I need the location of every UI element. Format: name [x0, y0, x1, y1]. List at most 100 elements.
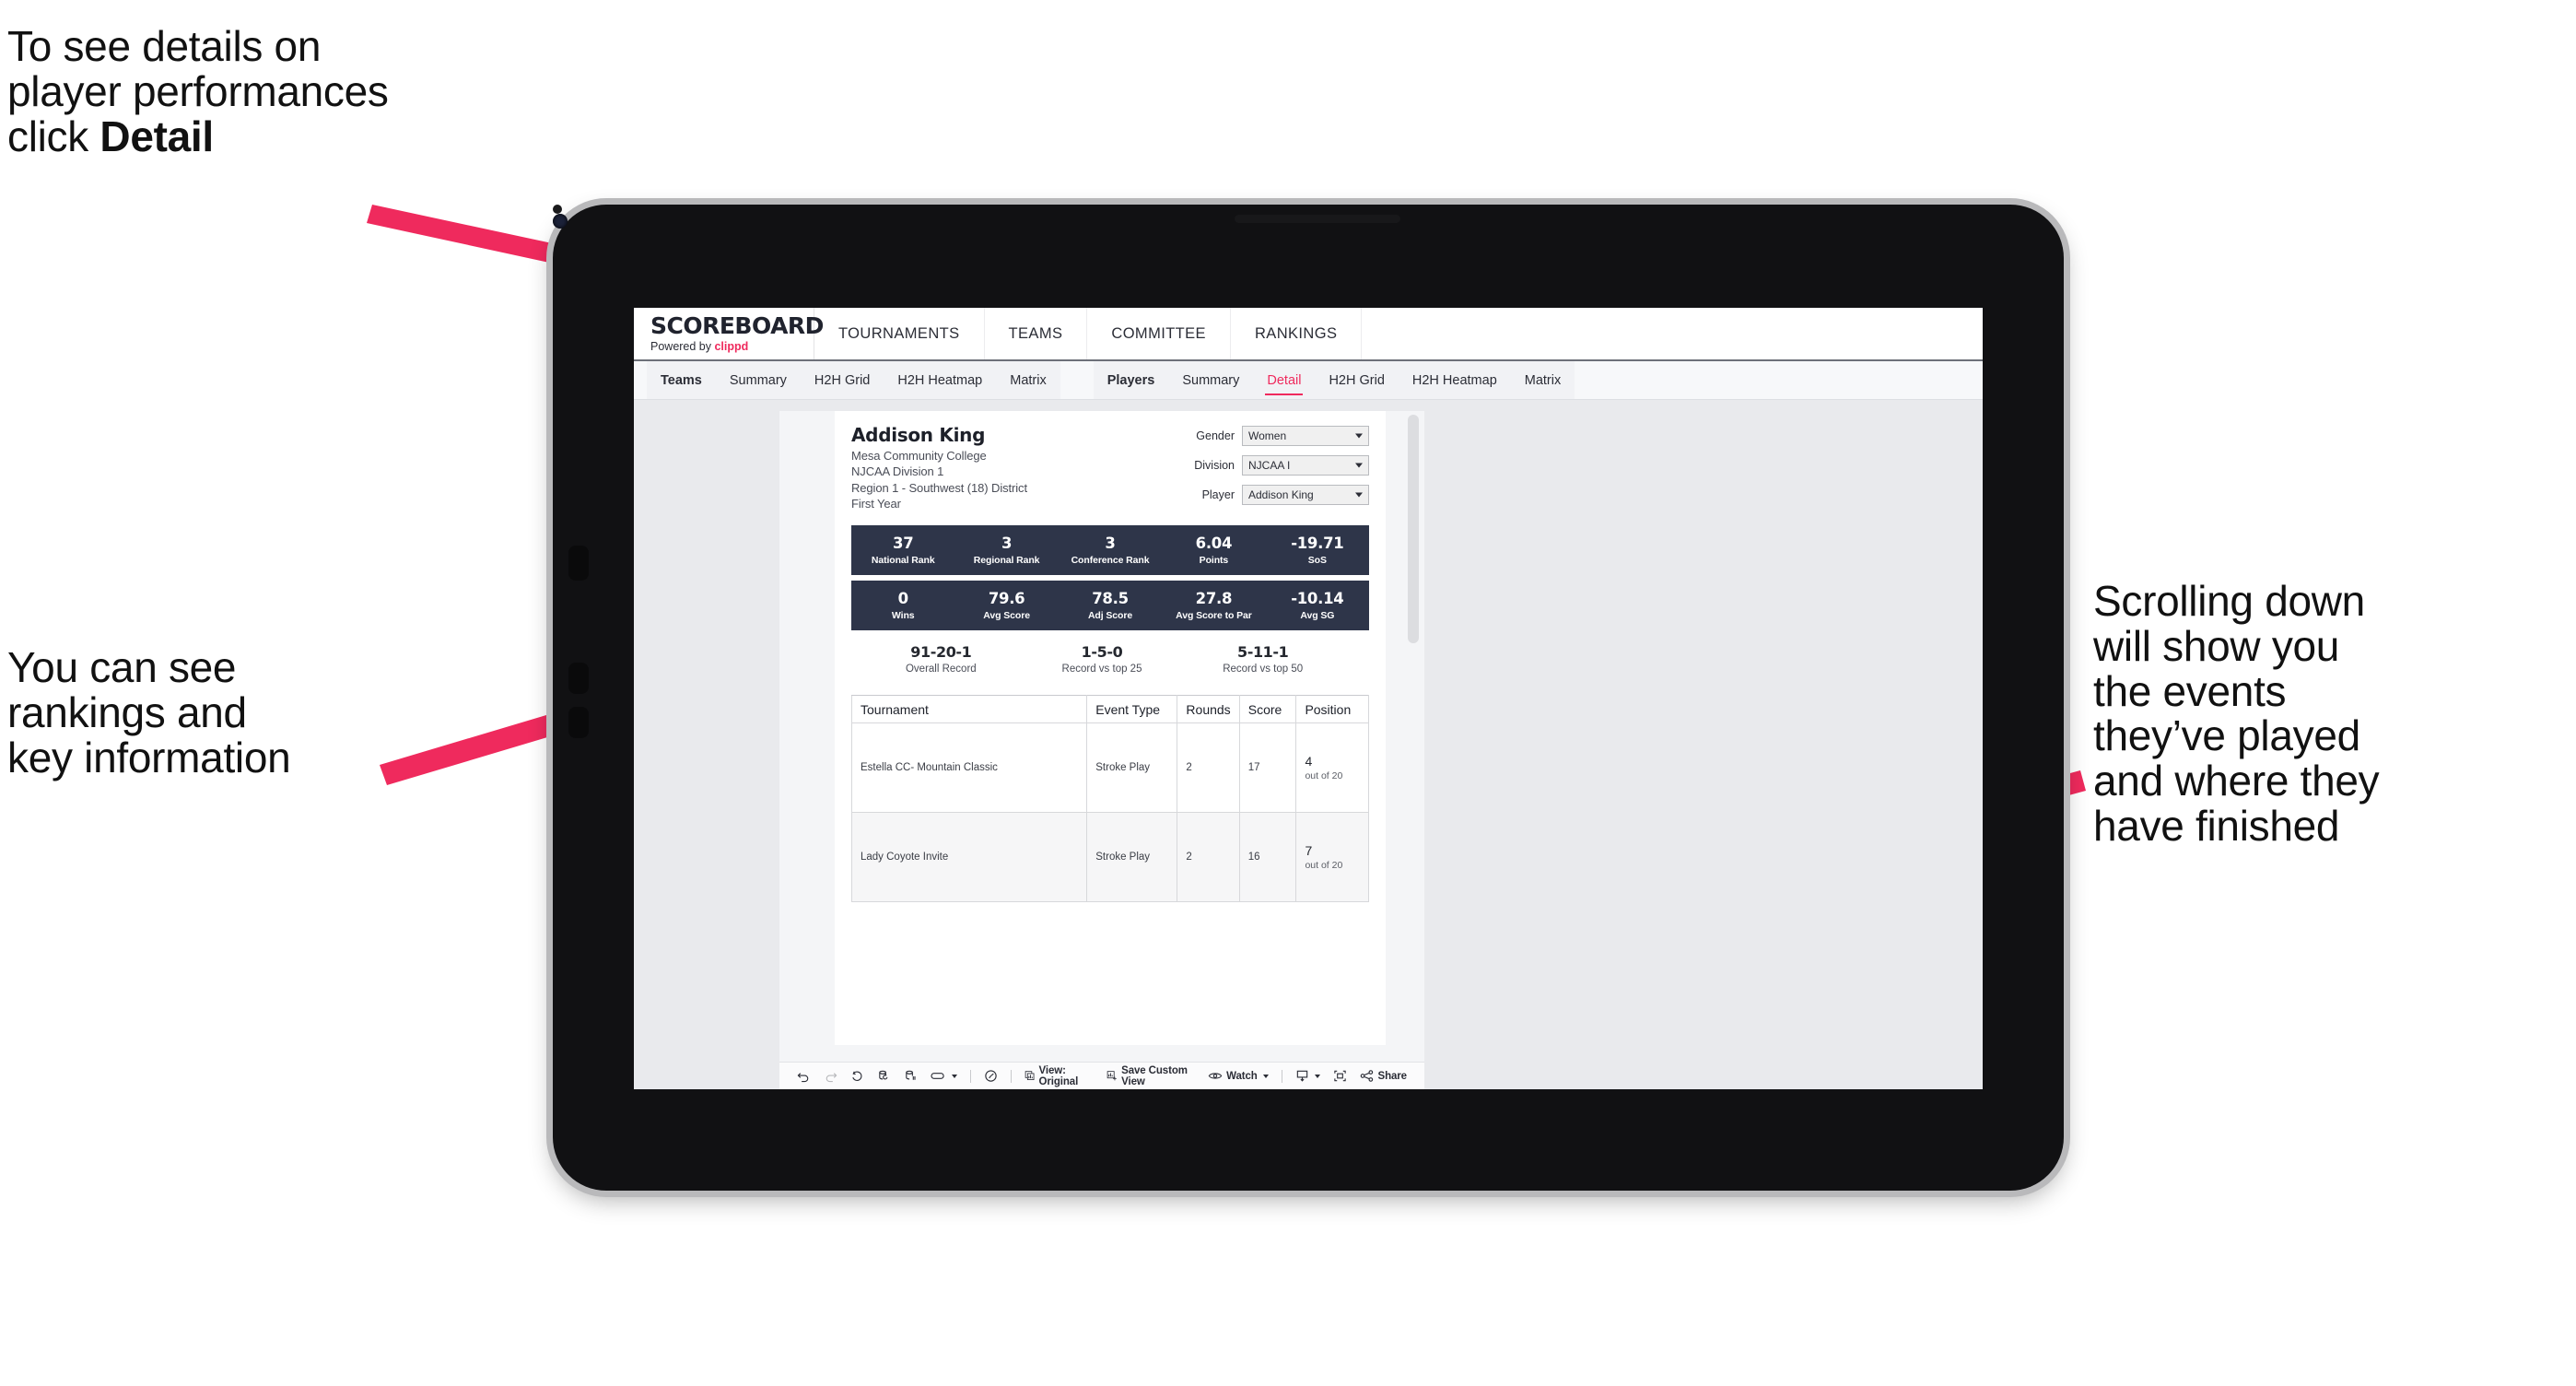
refresh-button[interactable]	[871, 1063, 897, 1089]
tab-players[interactable]: Players	[1094, 361, 1169, 399]
stat-regional-rank-value: 3	[1001, 534, 1013, 552]
dashboard-content: Addison King Mesa Community College NJCA…	[835, 411, 1386, 1045]
stat-avg-sg: -10.14 Avg SG	[1266, 590, 1369, 621]
filter-division-value: NJCAA I	[1248, 459, 1291, 472]
stat-points-value: 6.04	[1195, 534, 1233, 552]
stat-avg-sg-value: -10.14	[1291, 590, 1344, 607]
topnav-teams[interactable]: TEAMS	[985, 308, 1088, 359]
tab-players-h2h-heatmap[interactable]: H2H Heatmap	[1399, 361, 1511, 399]
pause-auto-update-button[interactable]	[924, 1063, 964, 1089]
stat-wins-value: 0	[897, 590, 908, 607]
download-button[interactable]	[1289, 1063, 1327, 1089]
filter-player-select[interactable]: Addison King	[1242, 485, 1369, 505]
filter-gender-label: Gender	[1196, 429, 1235, 442]
table-header-row: Tournament Event Type Rounds Score Posit…	[850, 695, 1369, 723]
filter-division-select[interactable]: NJCAA I	[1242, 455, 1369, 476]
topnav-committee[interactable]: COMMITTEE	[1087, 308, 1231, 359]
stat-sos-value: -19.71	[1291, 534, 1344, 552]
stat-adj-score: 78.5 Adj Score	[1059, 590, 1162, 621]
record-row: 91-20-1 Overall Record 1-5-0 Record vs t…	[851, 643, 1369, 675]
tab-teams-matrix[interactable]: Matrix	[996, 361, 1060, 399]
tab-players-summary[interactable]: Summary	[1168, 361, 1253, 399]
vertical-scrollbar[interactable]	[1408, 415, 1419, 643]
table-row[interactable]: Lady Coyote Invite Stroke Play 2 16 7 ou…	[850, 812, 1369, 902]
share-button[interactable]: Share	[1353, 1063, 1413, 1089]
pause-button[interactable]	[978, 1063, 1004, 1089]
cell-rounds: 2	[1177, 722, 1240, 813]
player-school: Mesa Community College	[851, 448, 987, 463]
player-name: Addison King	[851, 424, 986, 446]
column-header-score[interactable]: Score	[1238, 695, 1297, 723]
fullscreen-button[interactable]	[1327, 1063, 1353, 1089]
column-header-tournament[interactable]: Tournament	[850, 695, 1088, 723]
revert-button[interactable]	[844, 1063, 871, 1089]
stat-avg-score-to-par-value: 27.8	[1195, 590, 1233, 607]
save-custom-view-button[interactable]: Save Custom View	[1100, 1063, 1201, 1089]
tab-teams-h2h-heatmap[interactable]: H2H Heatmap	[884, 361, 996, 399]
tablet-button-top[interactable]	[568, 546, 589, 581]
player-identity: Addison King Mesa Community College NJCA…	[851, 424, 1027, 514]
callout-detail-bold: Detail	[100, 112, 214, 160]
cell-tournament: Estella CC- Mountain Classic	[850, 722, 1088, 813]
column-header-event-type[interactable]: Event Type	[1086, 695, 1178, 723]
tab-players-matrix[interactable]: Matrix	[1511, 361, 1575, 399]
player-division: NJCAA Division 1	[851, 464, 944, 478]
brand-powered-prefix: Powered by	[650, 340, 715, 353]
callout-rankings: You can see rankings and key information	[7, 643, 291, 781]
stat-conference-rank: 3 Conference Rank	[1059, 534, 1162, 566]
workbook-canvas: Addison King Mesa Community College NJCA…	[634, 400, 1983, 1089]
redo-button[interactable]	[817, 1063, 844, 1089]
table-row[interactable]: Estella CC- Mountain Classic Stroke Play…	[850, 722, 1369, 813]
view-original-button[interactable]: View: Original	[1018, 1063, 1101, 1089]
chevron-down-icon	[1355, 433, 1363, 439]
tablet-button-volume-up[interactable]	[568, 663, 589, 694]
sub-tab-bar: Teams Summary H2H Grid H2H Heatmap Matri…	[634, 361, 1983, 400]
watch-button[interactable]: Watch	[1201, 1063, 1275, 1089]
brand-powered-name: clippd	[714, 340, 749, 353]
stat-sos-label: SoS	[1307, 555, 1327, 566]
filter-player-label: Player	[1201, 488, 1235, 501]
view-original-label: View: Original	[1038, 1064, 1079, 1087]
tab-teams-h2h-grid[interactable]: H2H Grid	[801, 361, 884, 399]
save-custom-view-label: Save Custom View	[1121, 1064, 1188, 1087]
share-label: Share	[1377, 1070, 1408, 1082]
column-header-position[interactable]: Position	[1295, 695, 1369, 723]
viz-toolbar: View: Original Save Custom View Watch Sh…	[779, 1062, 1424, 1089]
column-header-rounds[interactable]: Rounds	[1177, 695, 1240, 723]
tab-teams-summary[interactable]: Summary	[716, 361, 801, 399]
tablet-button-volume-down[interactable]	[568, 707, 589, 738]
stat-avg-score-value: 79.6	[988, 590, 1025, 607]
topnav-rankings[interactable]: RANKINGS	[1231, 308, 1363, 359]
fullscreen-icon	[1333, 1070, 1346, 1082]
eye-icon	[1208, 1073, 1223, 1079]
record-top50-label: Record vs top 50	[1223, 664, 1304, 675]
tab-teams[interactable]: Teams	[647, 361, 716, 399]
cell-position: 7 out of 20	[1295, 812, 1369, 902]
tab-group-players: Players Summary Detail H2H Grid H2H Heat…	[1093, 361, 1575, 399]
stat-regional-rank: 3 Regional Rank	[954, 534, 1058, 566]
brand-subtitle: Powered by clippd	[650, 340, 814, 353]
stat-wins-label: Wins	[891, 610, 915, 621]
chevron-down-icon	[1355, 463, 1363, 468]
filter-gender-select[interactable]: Women	[1242, 426, 1369, 446]
events-table: Tournament Event Type Rounds Score Posit…	[850, 695, 1369, 902]
record-overall-value: 91-20-1	[910, 643, 972, 661]
record-overall: 91-20-1 Overall Record	[861, 643, 1022, 675]
callout-detail: To see details on player performances cl…	[7, 24, 615, 159]
undo-button[interactable]	[790, 1063, 817, 1089]
tab-players-detail[interactable]: Detail	[1253, 361, 1315, 399]
topnav-tournaments[interactable]: TOURNAMENTS	[814, 308, 985, 359]
cell-score: 16	[1238, 812, 1297, 902]
tab-players-h2h-grid[interactable]: H2H Grid	[1315, 361, 1398, 399]
stat-wins: 0 Wins	[851, 590, 954, 621]
pause-refresh-button[interactable]	[897, 1063, 924, 1089]
toolbar-divider	[1010, 1069, 1012, 1083]
record-top50: 5-11-1 Record vs top 50	[1182, 643, 1343, 675]
record-top25-label: Record vs top 25	[1061, 664, 1142, 675]
tablet-camera-lens	[553, 214, 568, 229]
slide-canvas: To see details on player performances cl…	[0, 0, 2576, 1386]
filter-division: Division NJCAA I	[1176, 455, 1369, 476]
redo-icon	[825, 1073, 837, 1083]
cell-event-type: Stroke Play	[1086, 722, 1178, 813]
brand-logo[interactable]: SCOREBOARD Powered by clippd	[634, 308, 824, 359]
